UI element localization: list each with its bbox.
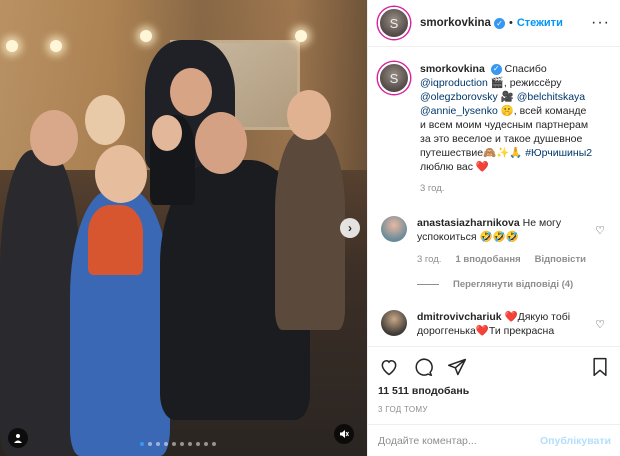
carousel-dot: [196, 442, 200, 446]
comment-text: anastasiazharnikova Не могу успокоиться …: [417, 216, 587, 244]
caption-author[interactable]: smorkovkina: [420, 63, 485, 75]
mirror-bulb: [50, 40, 62, 52]
commenter-username[interactable]: dmitrovivchariuk: [417, 311, 502, 323]
person-head: [287, 90, 331, 140]
carousel-dot: [212, 442, 216, 446]
caption-part: Спасибо: [504, 63, 547, 75]
comment-bubble-icon[interactable]: [412, 356, 434, 378]
carousel-dot: [188, 442, 192, 446]
person-right-hat: [275, 130, 345, 330]
comment-item: anastasiazharnikova Не могу успокоиться …: [378, 196, 611, 244]
post-media[interactable]: ›: [0, 0, 367, 456]
comment-likes[interactable]: 1 вподобання: [455, 254, 520, 265]
person-left: [0, 150, 80, 456]
comment-time: 3 год.: [417, 254, 442, 265]
caption-mention[interactable]: @annie_lysenko: [420, 105, 498, 117]
publish-button[interactable]: Опублікувати: [540, 435, 611, 447]
author-username[interactable]: smorkovkina: [420, 17, 491, 29]
like-heart-icon[interactable]: [378, 356, 400, 378]
commenter-username[interactable]: anastasiazharnikova: [417, 217, 520, 229]
carousel-dot: [164, 442, 168, 446]
commenter-avatar[interactable]: [381, 310, 407, 336]
post-header: S smorkovkina ✓ • Стежити ···: [368, 0, 620, 47]
verified-badge-icon: ✓: [493, 17, 505, 29]
person-head: [170, 68, 212, 116]
comment-like-heart-icon[interactable]: ♡: [595, 318, 605, 331]
follow-button[interactable]: Стежити: [517, 17, 563, 29]
action-icons: [378, 353, 611, 381]
carousel-dots: [140, 442, 216, 446]
caption-mention[interactable]: @belchitskaya: [517, 91, 585, 103]
person-head: [195, 112, 247, 174]
bookmark-save-icon[interactable]: [589, 356, 611, 378]
caption-time: 3 год.: [420, 183, 445, 194]
header-separator: •: [508, 17, 513, 29]
view-replies-button[interactable]: Переглянути відповіді (4): [417, 279, 611, 290]
comment-meta: 3 год. 1 вподобання Відповісти: [417, 254, 611, 265]
view-replies-label[interactable]: Переглянути відповіді (4): [453, 279, 573, 290]
caption-author-avatar[interactable]: S: [378, 62, 410, 94]
add-comment-bar: Опублікувати: [368, 424, 620, 456]
carousel-dot: [156, 442, 160, 446]
mute-icon[interactable]: [334, 424, 354, 444]
replies-divider: [417, 284, 439, 285]
caption-part: 🎬, режиссёру: [490, 77, 562, 89]
post-timestamp[interactable]: 3 ГОД ТОМУ: [378, 405, 611, 414]
person-head: [30, 110, 78, 166]
caption-text: smorkovkina ✓ Спасибо @iqproduction 🎬, р…: [420, 62, 595, 196]
post-actions: 11 511 вподобань 3 ГОД ТОМУ: [368, 346, 620, 414]
carousel-next-button[interactable]: ›: [340, 218, 360, 238]
person-head: [85, 95, 125, 145]
caption-part: 🎥: [500, 91, 514, 103]
carousel-dot: [204, 442, 208, 446]
verified-badge-icon: ✓: [490, 63, 502, 75]
person-head: [95, 145, 147, 203]
post-caption: S smorkovkina ✓ Спасибо @iqproduction 🎬,…: [378, 48, 611, 196]
comment-text: dmitrovivchariuk ❤️Дякую тобі дороггеньк…: [417, 310, 587, 338]
more-horizontal-icon[interactable]: ···: [591, 14, 610, 32]
mirror-bulb: [295, 30, 307, 42]
carousel-dot: [180, 442, 184, 446]
mirror-bulb: [140, 30, 152, 42]
comment-like-heart-icon[interactable]: ♡: [595, 224, 605, 237]
caption-hashtag[interactable]: #Юрчишины2: [525, 147, 592, 159]
comment-item: dmitrovivchariuk ❤️Дякую тобі дороггеньк…: [378, 290, 611, 338]
person-orange-top: [88, 205, 143, 275]
post-side-panel: S smorkovkina ✓ • Стежити ··· S smorkovk…: [367, 0, 620, 456]
caption-mention[interactable]: @iqproduction: [420, 77, 488, 89]
likes-count[interactable]: 11 511 вподобань: [378, 385, 611, 397]
comment-reply-button[interactable]: Відповісти: [535, 254, 586, 265]
user-tag-icon[interactable]: [8, 428, 28, 448]
person-head: [152, 115, 182, 151]
share-send-icon[interactable]: [446, 356, 468, 378]
carousel-dot: [172, 442, 176, 446]
caption-part: люблю вас ❤️: [420, 161, 490, 173]
commenter-avatar[interactable]: [381, 216, 407, 242]
mirror-bulb: [6, 40, 18, 52]
comments-section[interactable]: S smorkovkina ✓ Спасибо @iqproduction 🎬,…: [368, 48, 620, 345]
author-avatar[interactable]: S: [378, 7, 410, 39]
carousel-dot: [148, 442, 152, 446]
comment-input[interactable]: [378, 434, 540, 447]
caption-mention[interactable]: @olegzborovsky: [420, 91, 498, 103]
carousel-dot: [140, 442, 144, 446]
